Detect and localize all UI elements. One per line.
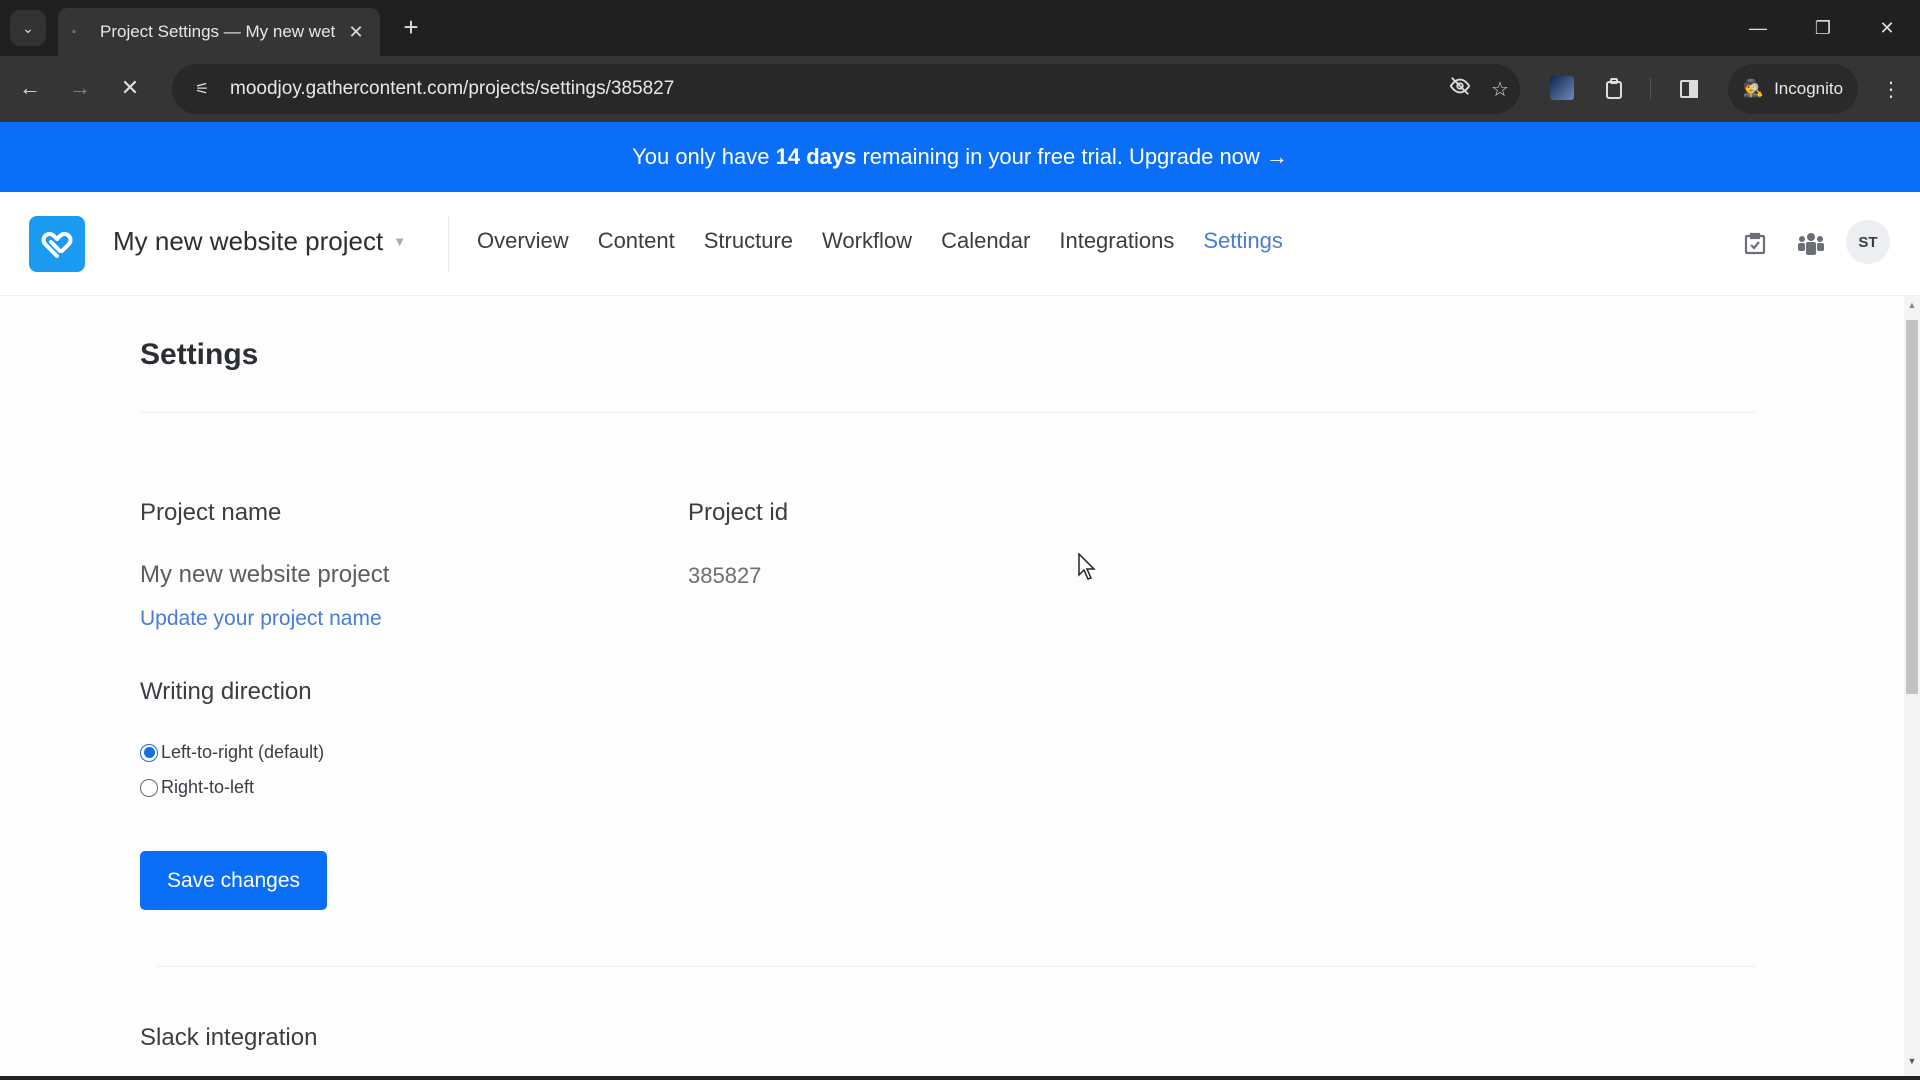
radio-ltr-input[interactable] — [140, 743, 158, 762]
app-navbar: My new website project ▼ Overview Conten… — [0, 192, 1920, 296]
nav-structure[interactable]: Structure — [704, 228, 793, 254]
chevron-down-icon: ⌄ — [22, 19, 34, 36]
nav-integrations[interactable]: Integrations — [1059, 228, 1174, 254]
page-scrollbar[interactable]: ▲ ▼ — [1904, 296, 1920, 1080]
nav-calendar[interactable]: Calendar — [941, 228, 1030, 254]
project-id-label: Project id — [688, 499, 789, 526]
writing-direction-label: Writing direction — [140, 678, 312, 705]
gathercontent-logo[interactable] — [29, 216, 85, 272]
url-text[interactable]: moodjoy.gathercontent.com/projects/setti… — [230, 78, 1440, 100]
address-bar[interactable]: ⚟ moodjoy.gathercontent.com/projects/set… — [172, 64, 1520, 114]
scroll-up-arrow-icon[interactable]: ▲ — [1904, 300, 1920, 314]
banner-prefix: You only have — [632, 144, 770, 169]
plus-icon: + — [403, 11, 419, 42]
banner-suffix: remaining in your free trial. — [862, 144, 1123, 169]
team-button[interactable] — [1792, 225, 1830, 263]
scroll-thumb[interactable] — [1906, 320, 1918, 694]
project-switcher[interactable]: My new website project ▼ — [113, 226, 406, 257]
save-changes-button[interactable]: Save changes — [140, 851, 327, 910]
page-title: Settings — [140, 338, 259, 371]
nav-settings[interactable]: Settings — [1203, 228, 1283, 254]
nav-divider — [448, 216, 449, 272]
tab-close-icon[interactable]: ✕ — [346, 22, 366, 43]
main-nav: Overview Content Structure Workflow Cale… — [477, 228, 1312, 254]
radio-ltr[interactable]: Left-to-right (default) — [140, 742, 324, 763]
toolbar-divider — [1650, 78, 1651, 100]
minimize-button[interactable]: — — [1738, 10, 1778, 46]
slack-integration-title: Slack integration — [140, 1024, 318, 1051]
incognito-label: Incognito — [1774, 79, 1844, 98]
browser-toolbar: ← → ✕ ⚟ moodjoy.gathercontent.com/projec… — [0, 56, 1920, 122]
update-project-name-link[interactable]: Update your project name — [140, 607, 382, 631]
arrow-right-icon: → — [69, 75, 91, 100]
incognito-indicator[interactable]: 🕵 Incognito — [1728, 64, 1858, 114]
eye-off-icon[interactable] — [1440, 75, 1480, 103]
radio-rtl-label: Right-to-left — [161, 777, 255, 797]
user-avatar[interactable]: ST — [1846, 220, 1890, 264]
title-divider — [140, 412, 1756, 413]
radio-rtl-input[interactable] — [140, 778, 158, 797]
mouse-cursor-icon — [1078, 553, 1096, 580]
team-icon — [1798, 233, 1824, 255]
nav-overview[interactable]: Overview — [477, 228, 569, 254]
project-id-value: 385827 — [688, 563, 762, 588]
star-icon[interactable]: ☆ — [1480, 77, 1520, 102]
restore-button[interactable]: ❐ — [1803, 10, 1843, 46]
browser-tab[interactable]: ▪ Project Settings — My new wet ✕ — [58, 8, 380, 56]
tab-search-button[interactable]: ⌄ — [10, 10, 46, 46]
new-tab-button[interactable]: + — [396, 12, 426, 42]
project-name-label: Project name — [140, 499, 282, 526]
close-icon: ✕ — [120, 75, 140, 100]
caret-down-icon: ▼ — [393, 234, 407, 249]
incognito-icon: 🕵 — [1742, 79, 1765, 98]
tab-title: Project Settings — My new wet — [100, 22, 336, 41]
window-close-button[interactable]: ✕ — [1867, 10, 1907, 46]
arrow-left-icon: ← — [19, 75, 41, 100]
bottom-strip — [0, 1076, 1920, 1080]
nav-content[interactable]: Content — [598, 228, 675, 254]
heart-logo-icon — [41, 232, 73, 258]
forward-button[interactable]: → — [62, 70, 98, 106]
settings-page: Settings Project name My new website pro… — [0, 296, 1904, 1080]
browser-tab-bar: ⌄ ▪ Project Settings — My new wet ✕ + — … — [0, 0, 1920, 56]
side-panel-icon[interactable] — [1672, 72, 1706, 106]
project-name-value: My new website project — [140, 561, 390, 588]
puzzle-icon[interactable] — [1597, 72, 1631, 106]
banner-days: 14 days — [775, 144, 857, 169]
radio-rtl[interactable]: Right-to-left — [140, 777, 254, 798]
browser-menu-button[interactable]: ⋮ — [1874, 72, 1908, 106]
site-info-icon[interactable]: ⚟ — [182, 79, 222, 99]
nav-workflow[interactable]: Workflow — [822, 228, 912, 254]
kebab-menu-icon: ⋮ — [1881, 78, 1901, 101]
scroll-down-arrow-icon[interactable]: ▼ — [1904, 1056, 1920, 1070]
section-divider — [156, 966, 1756, 967]
upgrade-link[interactable]: Upgrade now → — [1129, 144, 1288, 170]
clipboard-check-icon — [1744, 232, 1766, 255]
back-button[interactable]: ← — [12, 70, 48, 106]
radio-ltr-label: Left-to-right (default) — [161, 742, 325, 762]
project-name: My new website project — [113, 226, 384, 256]
stop-loading-button[interactable]: ✕ — [112, 70, 148, 106]
favicon-icon: ▪ — [72, 26, 76, 38]
tasks-button[interactable] — [1736, 225, 1774, 263]
extension-icon[interactable] — [1550, 76, 1574, 100]
trial-banner: You only have 14 days remaining in your … — [0, 122, 1920, 192]
